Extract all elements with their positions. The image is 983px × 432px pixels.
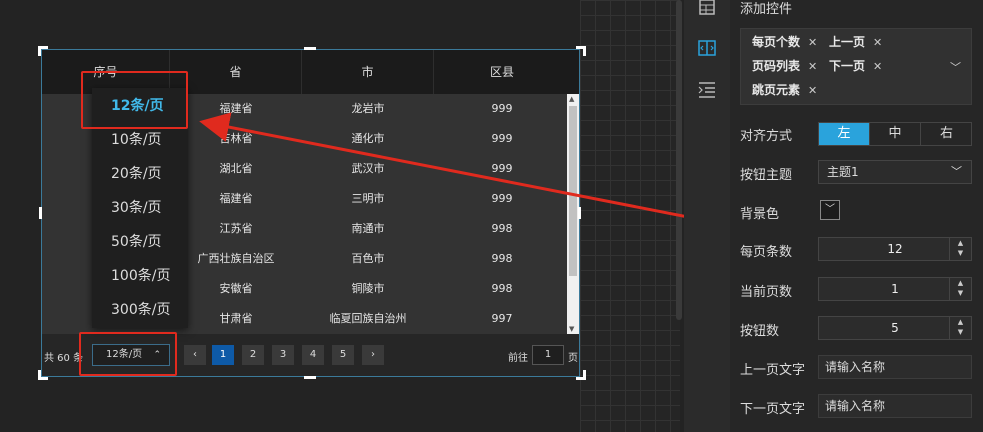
controls-multiselect[interactable]: 每页个数 ✕ 上一页 ✕ 页码列表 ✕ 下一页 ✕ 跳页元素 ✕ ﹀ — [740, 28, 972, 105]
button-count-label: 按钮数 — [740, 324, 780, 339]
chevron-down-icon: ﹀ — [825, 204, 835, 215]
table-icon[interactable] — [697, 0, 717, 20]
stepper[interactable]: ▲ ▼ — [949, 238, 971, 260]
prev-text-input[interactable]: 请输入名称 — [818, 355, 972, 379]
bg-color-label: 背景色 — [740, 207, 780, 222]
current-page-input-value: 1 — [891, 282, 899, 296]
chip-page-list: 页码列表 ✕ — [749, 56, 817, 76]
chip-page-size: 每页个数 ✕ — [749, 32, 817, 52]
chip-jumper: 跳页元素 ✕ — [749, 80, 817, 100]
align-center-button[interactable]: 中 — [870, 123, 921, 145]
align-left-button[interactable]: 左 — [819, 123, 870, 145]
close-icon[interactable]: ✕ — [808, 60, 817, 73]
next-text-input[interactable]: 请输入名称 — [818, 394, 972, 418]
decrement-icon[interactable]: ▼ — [950, 327, 971, 337]
pagination-icon[interactable] — [697, 38, 717, 58]
next-text-label: 下一页文字 — [740, 402, 806, 417]
theme-label: 按钮主题 — [740, 168, 793, 183]
chip-next: 下一页 ✕ — [826, 56, 882, 76]
decrement-icon[interactable]: ▼ — [950, 248, 971, 258]
list-indent-icon[interactable] — [697, 80, 717, 100]
increment-icon[interactable]: ▲ — [950, 238, 971, 248]
close-icon[interactable]: ✕ — [808, 36, 817, 49]
button-count-input[interactable]: 5 ▲ ▼ — [818, 316, 972, 340]
increment-icon[interactable]: ▲ — [950, 278, 971, 288]
prev-text-label: 上一页文字 — [740, 363, 806, 378]
chip-label: 上一页 — [829, 35, 866, 49]
close-icon[interactable]: ✕ — [873, 60, 882, 73]
align-right-button[interactable]: 右 — [921, 123, 972, 145]
add-controls-label: 添加控件 — [740, 2, 793, 17]
button-count-input-value: 5 — [891, 321, 899, 335]
theme-value: 主题1 — [827, 165, 859, 179]
theme-select[interactable]: 主题1 ﹀ — [818, 160, 972, 184]
tool-strip — [684, 0, 730, 432]
chip-label: 下一页 — [829, 59, 866, 73]
chip-prev: 上一页 ✕ — [826, 32, 882, 52]
color-picker-button[interactable]: ﹀ — [820, 200, 840, 220]
close-icon[interactable]: ✕ — [873, 36, 882, 49]
chevron-down-icon: ﹀ — [951, 165, 962, 178]
increment-icon[interactable]: ▲ — [950, 317, 971, 327]
chip-label: 每页个数 — [752, 35, 801, 49]
page-size-label: 每页条数 — [740, 245, 793, 260]
chevron-down-icon[interactable]: ﹀ — [950, 59, 961, 75]
stepper[interactable]: ▲ ▼ — [949, 278, 971, 300]
align-segmented-control: 左 中 右 — [818, 122, 972, 146]
chip-label: 跳页元素 — [752, 83, 801, 97]
current-page-label: 当前页数 — [740, 285, 793, 300]
page-size-input[interactable]: 12 ▲ ▼ — [818, 237, 972, 261]
page-size-input-value: 12 — [887, 242, 903, 256]
align-label: 对齐方式 — [740, 129, 793, 144]
decrement-icon[interactable]: ▼ — [950, 288, 971, 298]
properties-panel: 添加控件 每页个数 ✕ 上一页 ✕ 页码列表 ✕ 下一页 ✕ 跳页元素 ✕ ﹀ 对齐方式 … — [730, 0, 983, 432]
chip-label: 页码列表 — [752, 59, 801, 73]
close-icon[interactable]: ✕ — [808, 84, 817, 97]
current-page-input[interactable]: 1 ▲ ▼ — [818, 277, 972, 301]
stepper[interactable]: ▲ ▼ — [949, 317, 971, 339]
